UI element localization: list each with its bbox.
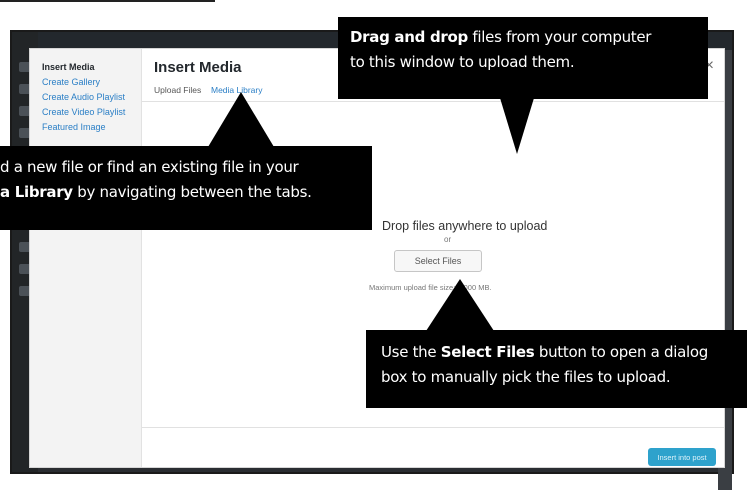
select-files-button[interactable]: Select Files [394, 250, 482, 272]
footer-divider [142, 427, 724, 428]
callout-drag-drop-line2: to this window to upload them. [350, 53, 575, 71]
callout-tabs-line2: by navigating between the tabs. [72, 183, 312, 201]
callout-tabs-pointer [208, 92, 274, 147]
menu-item-insert-media[interactable]: Insert Media [42, 62, 95, 72]
menu-item-create-audio-playlist[interactable]: Create Audio Playlist [42, 92, 125, 102]
tab-upload-files[interactable]: Upload Files [154, 85, 201, 95]
callout-select-files-line2: box to manually pick the files to upload… [381, 368, 671, 386]
top-divider [0, 0, 215, 2]
callout-select-files-pointer [426, 279, 494, 331]
callout-tabs-bold: a Library [0, 183, 73, 201]
insert-into-post-button[interactable]: Insert into post [648, 448, 716, 466]
or-text: or [444, 235, 452, 244]
callout-tabs: d a new file or find an existing file in… [0, 146, 372, 230]
media-menu: Insert Media Create Gallery Create Audio… [30, 49, 142, 467]
menu-item-create-gallery[interactable]: Create Gallery [42, 77, 100, 87]
menu-item-create-video-playlist[interactable]: Create Video Playlist [42, 107, 125, 117]
modal-title: Insert Media [154, 59, 242, 76]
callout-drag-drop-line1: files from your computer [467, 28, 652, 46]
drop-zone-text: Drop files anywhere to upload [382, 219, 548, 233]
callout-tabs-line1: d a new file or find an existing file in… [0, 158, 299, 176]
menu-item-featured-image[interactable]: Featured Image [42, 122, 106, 132]
callout-select-files-prefix: Use the [381, 343, 441, 361]
callout-select-files: Use the Select Files button to open a di… [366, 330, 747, 408]
callout-drag-drop-bold: Drag and drop [350, 28, 468, 46]
callout-select-files-line1: button to open a dialog [534, 343, 708, 361]
callout-drag-drop-pointer [500, 98, 534, 154]
callout-select-files-bold: Select Files [440, 343, 535, 361]
callout-drag-drop: Drag and drop files from your computer t… [338, 17, 708, 99]
